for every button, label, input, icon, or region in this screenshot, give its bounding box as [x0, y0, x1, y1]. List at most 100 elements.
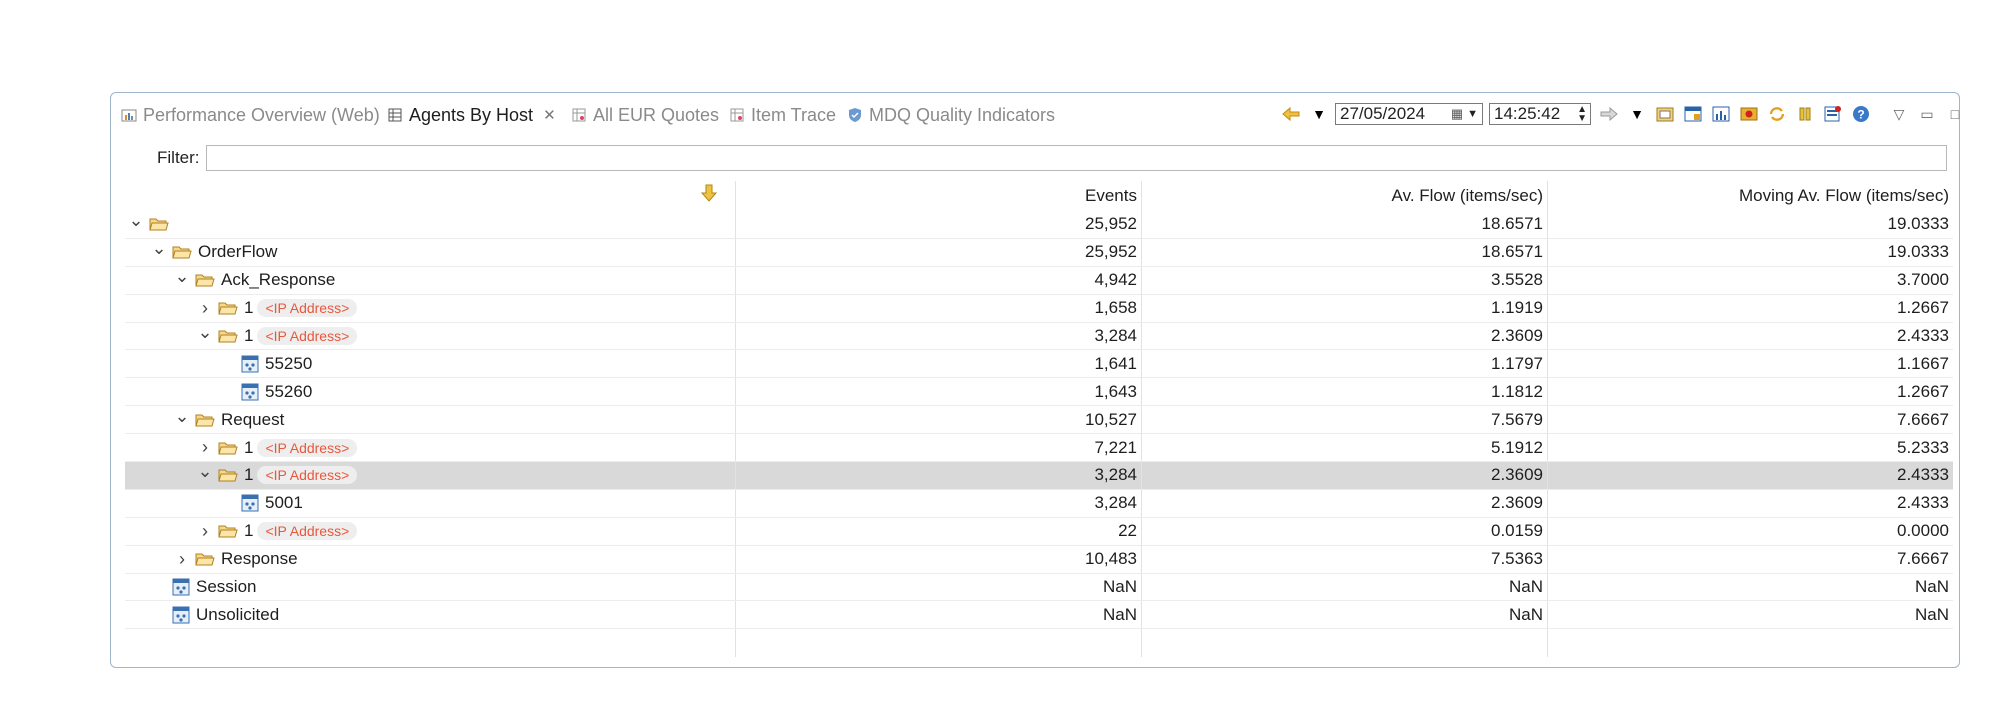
header-moving-av-flow[interactable]: Moving Av. Flow (items/sec)	[1547, 181, 1953, 211]
tab-mdq-quality-indicators[interactable]: MDQ Quality Indicators	[847, 101, 1055, 129]
close-icon[interactable]: ✕	[543, 106, 556, 124]
tab-all-eur-quotes[interactable]: All EUR Quotes	[571, 101, 719, 129]
table-row[interactable]: ⌄ 1 <IP Address> 3,284 2.3609 2.4333	[125, 322, 1953, 351]
table-header: Events Av. Flow (items/sec) Moving Av. F…	[125, 181, 1953, 211]
calendar-icon[interactable]: ▦	[1451, 106, 1463, 122]
events-cell: 1,643	[735, 378, 1141, 406]
chevron-down-icon[interactable]: ⌄	[196, 323, 214, 341]
maximize-icon[interactable]: □	[1945, 104, 1965, 124]
table-row[interactable]: 5001 3,284 2.3609 2.4333	[125, 489, 1953, 518]
tab-item-trace[interactable]: Item Trace	[729, 101, 836, 129]
tab-performance-overview[interactable]: Performance Overview (Web)	[121, 101, 380, 129]
table-icon	[388, 108, 402, 122]
chevron-right-icon[interactable]: ›	[196, 298, 214, 319]
table-row[interactable]: ⌄ OrderFlow 25,952 18.6571 19.0333	[125, 238, 1953, 267]
table-row[interactable]: › 1 <IP Address> 22 0.0159 0.0000	[125, 517, 1953, 546]
folder-icon	[218, 329, 244, 343]
toolbar: ▼ 27/05/2024 ▦ ▼ 14:25:42 ▲ ▼ ▼ ? ▽ ▭ □	[1281, 101, 1973, 127]
name-cell: ⌄	[125, 211, 735, 238]
bar-chart-icon[interactable]	[1711, 104, 1731, 124]
filter-input[interactable]	[205, 145, 1947, 171]
spinner-icon[interactable]: ▲ ▼	[1577, 105, 1587, 124]
agent-icon	[241, 494, 265, 512]
ip-address-badge: <IP Address>	[257, 522, 358, 541]
record-icon[interactable]	[1739, 104, 1759, 124]
events-cell: NaN	[735, 601, 1141, 629]
table-row[interactable]: ⌄ Ack_Response 4,942 3.5528 3.7000	[125, 266, 1953, 295]
chevron-right-icon[interactable]: ›	[196, 437, 214, 458]
empty-row	[125, 629, 1953, 658]
name-cell: ⌄ OrderFlow	[125, 239, 735, 266]
table-row[interactable]: › Response 10,483 7.5363 7.6667	[125, 545, 1953, 574]
header-events[interactable]: Events	[735, 181, 1141, 211]
row-label: Response	[221, 549, 298, 569]
refresh-icon[interactable]	[1767, 104, 1787, 124]
name-cell: 55260	[125, 378, 735, 405]
folder-icon	[172, 245, 198, 259]
chevron-down-icon[interactable]: ⌄	[173, 407, 191, 425]
row-label: 1	[244, 521, 254, 541]
chevron-down-icon[interactable]: ▼	[1309, 104, 1329, 124]
table-row[interactable]: ⌄ 1 <IP Address> 3,284 2.3609 2.4333	[125, 462, 1953, 490]
events-cell: NaN	[735, 573, 1141, 601]
table-row[interactable]: › 1 <IP Address> 7,221 5.1912 5.2333	[125, 434, 1953, 463]
table-row[interactable]: › 1 <IP Address> 1,658 1.1919 1.2667	[125, 294, 1953, 323]
moving-av-flow-cell: 5.2333	[1547, 434, 1953, 462]
chevron-right-icon[interactable]: ›	[196, 521, 214, 542]
av-flow-cell: 1.1812	[1141, 378, 1547, 406]
row-label: 1	[244, 326, 254, 345]
chevron-down-icon[interactable]: ⌄	[196, 462, 214, 480]
chevron-down-icon[interactable]: ▼	[1627, 104, 1647, 124]
table-icon	[572, 108, 586, 122]
folder-table-icon[interactable]	[1655, 104, 1675, 124]
table-row[interactable]: 55250 1,641 1.1797 1.1667	[125, 350, 1953, 379]
chevron-down-icon[interactable]: ⌄	[150, 239, 168, 257]
moving-av-flow-cell: 7.6667	[1547, 545, 1953, 573]
help-icon[interactable]: ?	[1851, 104, 1871, 124]
row-label: 5001	[265, 493, 303, 513]
time-spinner[interactable]: 14:25:42 ▲ ▼	[1489, 103, 1591, 125]
folder-icon	[218, 301, 244, 315]
table-export-icon[interactable]	[1683, 104, 1703, 124]
sort-down-icon[interactable]	[701, 184, 717, 202]
chevron-down-icon[interactable]: ▼	[1467, 108, 1478, 120]
table-row[interactable]: Unsolicited NaN NaN NaN	[125, 601, 1953, 630]
agents-by-host-view: Performance Overview (Web) Agents By Hos…	[110, 92, 1960, 668]
events-cell: 3,284	[735, 489, 1141, 517]
date-picker[interactable]: 27/05/2024 ▦ ▼	[1335, 103, 1483, 125]
table-row[interactable]: ⌄ 25,952 18.6571 19.0333	[125, 211, 1953, 239]
back-arrow-icon[interactable]	[1281, 104, 1301, 124]
folder-icon	[149, 217, 175, 231]
table-icon	[730, 108, 744, 122]
row-label: 1	[244, 465, 254, 485]
pause-icon[interactable]	[1795, 104, 1815, 124]
events-cell: 3,284	[735, 462, 1141, 489]
tab-label: Performance Overview (Web)	[143, 104, 380, 125]
header-name[interactable]	[125, 181, 735, 211]
row-label: 1	[244, 298, 254, 318]
header-av-flow[interactable]: Av. Flow (items/sec)	[1141, 181, 1547, 211]
name-cell: › 1 <IP Address>	[125, 295, 735, 322]
empty-cell	[735, 629, 1141, 658]
folder-icon	[195, 273, 221, 287]
row-label: 55250	[265, 353, 313, 373]
view-menu-icon[interactable]: ▽	[1889, 104, 1909, 124]
tab-bar: Performance Overview (Web) Agents By Hos…	[111, 93, 1959, 133]
moving-av-flow-cell: 1.1667	[1547, 350, 1953, 378]
forward-arrow-icon[interactable]	[1599, 104, 1619, 124]
tab-agents-by-host[interactable]: Agents By Host ✕	[387, 101, 556, 129]
table-row[interactable]: Session NaN NaN NaN	[125, 573, 1953, 602]
av-flow-cell: 5.1912	[1141, 434, 1547, 462]
chevron-right-icon[interactable]: ›	[173, 549, 191, 570]
tab-label: MDQ Quality Indicators	[869, 104, 1056, 125]
chevron-down-icon[interactable]: ⌄	[127, 211, 145, 229]
table-row[interactable]: 55260 1,643 1.1812 1.2667	[125, 378, 1953, 407]
minimize-icon[interactable]: ▭	[1917, 104, 1937, 124]
table-row[interactable]: ⌄ Request 10,527 7.5679 7.6667	[125, 406, 1953, 435]
moving-av-flow-cell: NaN	[1547, 573, 1953, 601]
events-cell: 10,527	[735, 406, 1141, 434]
settings-table-icon[interactable]	[1823, 104, 1843, 124]
chevron-down-icon[interactable]: ⌄	[173, 267, 191, 285]
name-cell: 5001	[125, 490, 735, 517]
date-value: 27/05/2024	[1340, 104, 1426, 123]
